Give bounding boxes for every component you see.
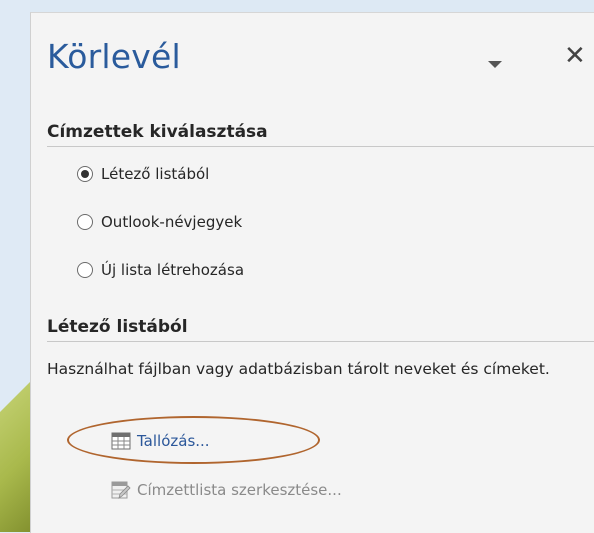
radio-button[interactable]	[77, 262, 93, 278]
radio-label: Létező listából	[101, 165, 210, 183]
browse-action[interactable]: Tallózás...	[111, 431, 210, 451]
radio-existing-list[interactable]: Létező listából	[77, 165, 209, 183]
edit-recipient-list-label: Címzettlista szerkesztése...	[137, 481, 342, 499]
radio-new-list[interactable]: Új lista létrehozása	[77, 261, 244, 279]
browse-link[interactable]: Tallózás...	[137, 432, 210, 450]
radio-label: Outlook-névjegyek	[101, 213, 243, 231]
pane-title: Körlevél	[47, 37, 181, 76]
edit-list-icon	[111, 481, 131, 499]
section-divider	[47, 341, 594, 342]
table-icon	[111, 432, 131, 450]
mail-merge-pane: Körlevél ✕ Címzettek kiválasztása Létező…	[30, 12, 594, 533]
section-divider	[47, 146, 594, 147]
radio-label: Új lista létrehozása	[101, 261, 245, 279]
radio-button-selected[interactable]	[77, 166, 93, 182]
existing-list-description: Használhat fájlban vagy adatbázisban tár…	[47, 360, 550, 378]
radio-button[interactable]	[77, 214, 93, 230]
edit-recipient-list-action: Címzettlista szerkesztése...	[111, 480, 342, 500]
chevron-down-icon[interactable]	[488, 61, 502, 68]
radio-outlook-contacts[interactable]: Outlook-névjegyek	[77, 213, 242, 231]
close-icon[interactable]: ✕	[564, 43, 586, 69]
existing-list-section-heading: Létező listából	[47, 317, 188, 337]
recipients-section-heading: Címzettek kiválasztása	[47, 122, 268, 142]
